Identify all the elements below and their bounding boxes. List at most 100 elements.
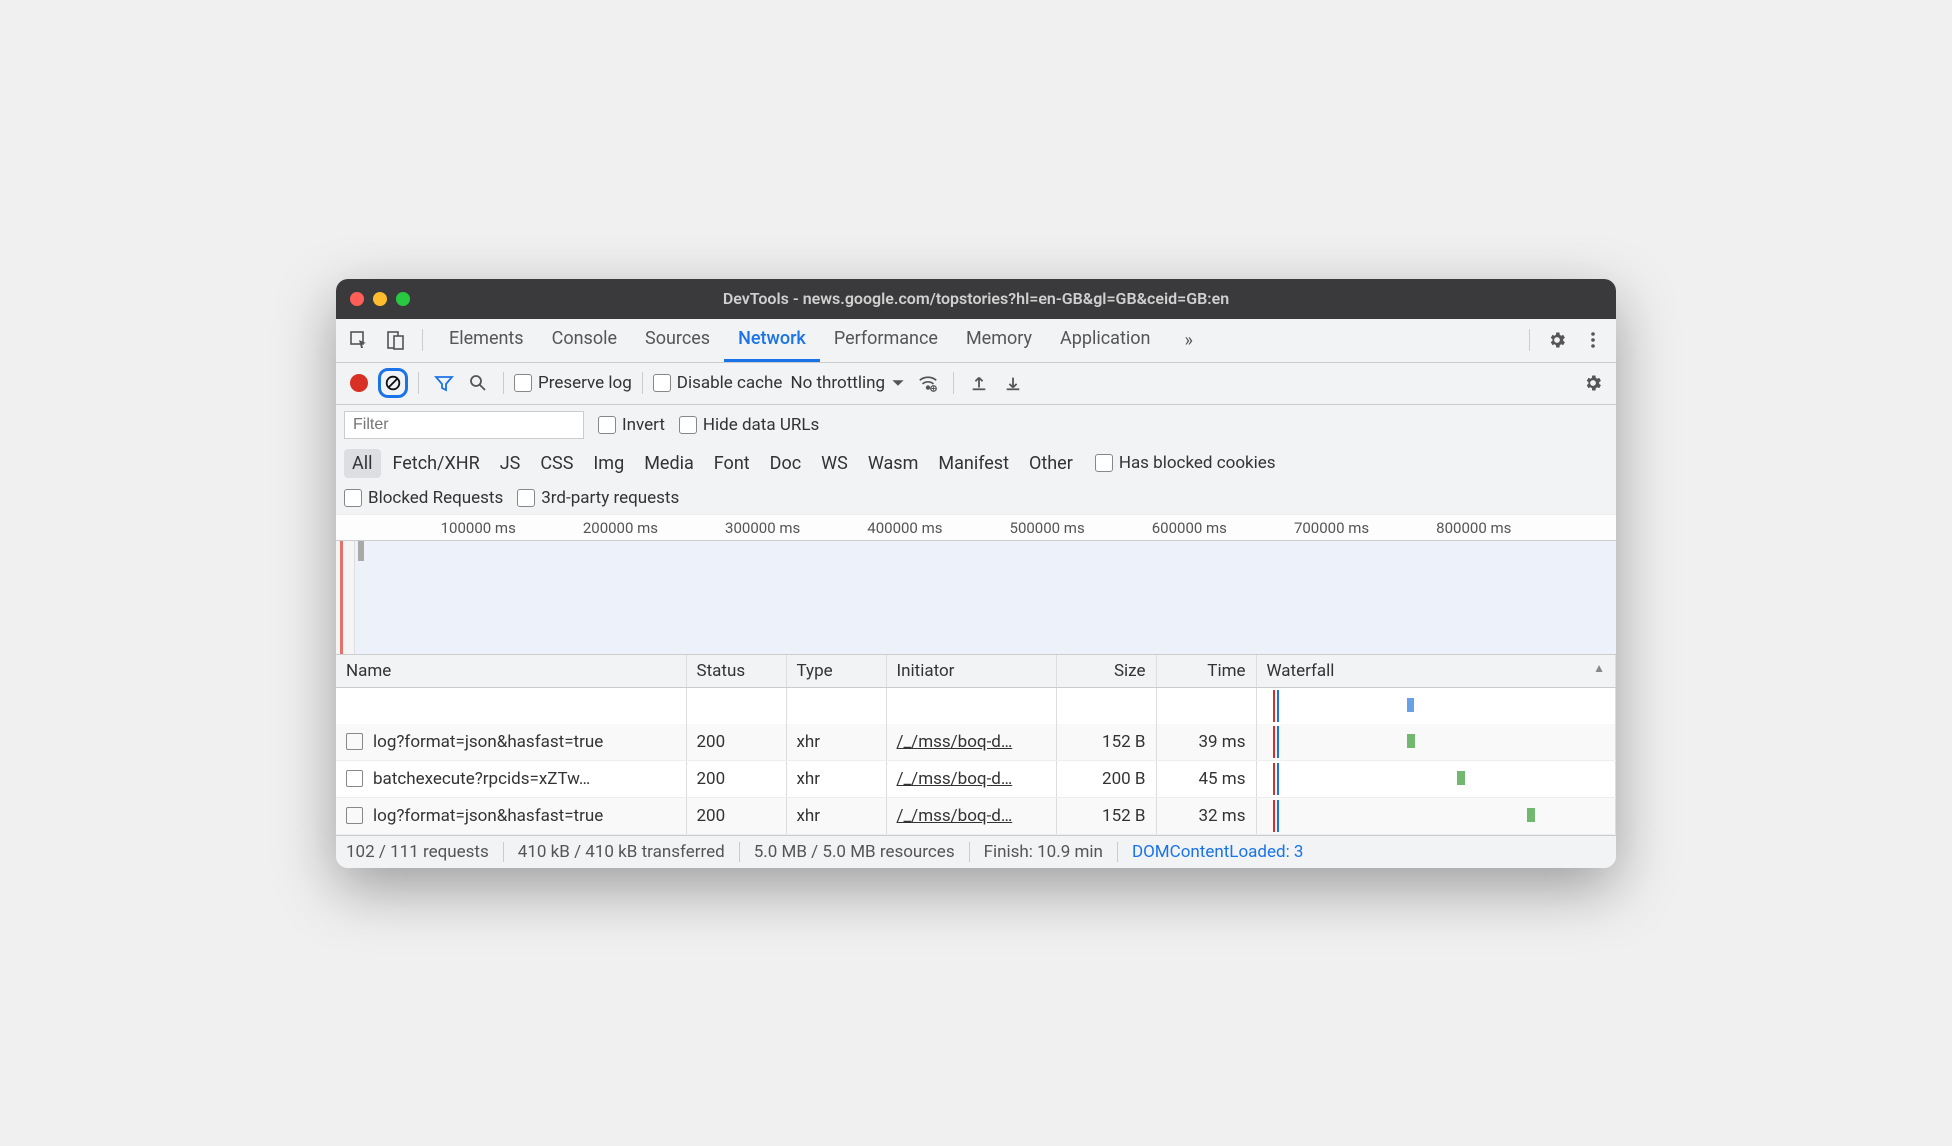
inspect-icon[interactable] — [344, 325, 374, 355]
filter-input[interactable] — [344, 411, 584, 439]
window-controls — [350, 292, 410, 306]
device-toggle-icon[interactable] — [380, 325, 410, 355]
kebab-menu-icon[interactable] — [1578, 325, 1608, 355]
cell-size: 152 B — [1056, 724, 1156, 761]
divider — [422, 329, 423, 351]
filter-type-css[interactable]: CSS — [532, 449, 581, 478]
tab-sources[interactable]: Sources — [631, 318, 724, 362]
table-header-row: Name Status Type Initiator Size Time Wat… — [336, 655, 1616, 688]
preserve-log-checkbox[interactable]: Preserve log — [514, 373, 632, 393]
filter-type-media[interactable]: Media — [636, 449, 702, 478]
timeline-tick: 400000 ms — [867, 519, 942, 537]
filter-bar: Invert Hide data URLs AllFetch/XHRJSCSSI… — [336, 405, 1616, 515]
divider — [642, 372, 643, 394]
timeline-tick: 700000 ms — [1294, 519, 1369, 537]
window-title: DevTools - news.google.com/topstories?hl… — [350, 289, 1602, 308]
divider — [418, 372, 419, 394]
cell-status: 200 — [686, 724, 786, 761]
status-transferred: 410 kB / 410 kB transferred — [518, 842, 725, 862]
cell-size: 152 B — [1056, 797, 1156, 834]
table-row[interactable]: batchexecute?rpcids=xZTw…200xhr/_/mss/bo… — [336, 760, 1616, 797]
panel-tabs: ElementsConsoleSourcesNetworkPerformance… — [336, 319, 1616, 363]
cell-name: log?format=json&hasfast=true — [336, 724, 686, 761]
col-name[interactable]: Name — [336, 655, 686, 688]
filter-type-js[interactable]: JS — [492, 449, 529, 478]
filter-type-manifest[interactable]: Manifest — [930, 449, 1017, 478]
timeline-tick: 200000 ms — [583, 519, 658, 537]
network-conditions-icon[interactable] — [913, 368, 943, 398]
minimize-window-button[interactable] — [373, 292, 387, 306]
download-har-icon[interactable] — [998, 368, 1028, 398]
filter-type-doc[interactable]: Doc — [762, 449, 810, 478]
timeline-tick: 300000 ms — [725, 519, 800, 537]
cell-time: 39 ms — [1156, 724, 1256, 761]
status-resources: 5.0 MB / 5.0 MB resources — [754, 842, 955, 862]
filter-type-all[interactable]: All — [344, 449, 381, 478]
invert-checkbox[interactable]: Invert — [598, 415, 665, 435]
timeline-overview[interactable]: 100000 ms200000 ms300000 ms400000 ms5000… — [336, 515, 1616, 655]
search-icon[interactable] — [463, 368, 493, 398]
divider — [503, 372, 504, 394]
network-toolbar: Preserve log Disable cache No throttling — [336, 363, 1616, 405]
filter-type-fetchxhr[interactable]: Fetch/XHR — [385, 449, 488, 478]
close-window-button[interactable] — [350, 292, 364, 306]
status-requests: 102 / 111 requests — [346, 842, 489, 862]
tabs-overflow-icon[interactable]: » — [1170, 320, 1206, 361]
filter-type-img[interactable]: Img — [585, 449, 632, 478]
preserve-log-label: Preserve log — [538, 373, 632, 393]
table-row-empty — [336, 687, 1616, 724]
filter-type-other[interactable]: Other — [1021, 449, 1081, 478]
titlebar: DevTools - news.google.com/topstories?hl… — [336, 279, 1616, 319]
upload-har-icon[interactable] — [964, 368, 994, 398]
cell-type: xhr — [786, 724, 886, 761]
filter-type-ws[interactable]: WS — [813, 449, 856, 478]
hide-data-urls-checkbox[interactable]: Hide data URLs — [679, 415, 819, 435]
record-button[interactable] — [344, 368, 374, 398]
col-time[interactable]: Time — [1156, 655, 1256, 688]
third-party-checkbox[interactable]: 3rd-party requests — [517, 488, 679, 508]
disable-cache-checkbox[interactable]: Disable cache — [653, 373, 783, 393]
cell-type: xhr — [786, 760, 886, 797]
devtools-window: DevTools - news.google.com/topstories?hl… — [336, 279, 1616, 868]
has-blocked-cookies-checkbox[interactable]: Has blocked cookies — [1095, 453, 1276, 473]
divider — [1529, 329, 1530, 351]
cell-type: xhr — [786, 797, 886, 834]
tab-network[interactable]: Network — [724, 318, 820, 362]
settings-icon[interactable] — [1542, 325, 1572, 355]
status-finish: Finish: 10.9 min — [984, 842, 1103, 862]
col-type[interactable]: Type — [786, 655, 886, 688]
tab-performance[interactable]: Performance — [820, 318, 952, 362]
cell-initiator: /_/mss/boq-d… — [886, 760, 1056, 797]
disable-cache-label: Disable cache — [677, 373, 783, 393]
col-size[interactable]: Size — [1056, 655, 1156, 688]
filter-type-font[interactable]: Font — [706, 449, 758, 478]
throttling-select[interactable]: No throttling — [786, 373, 909, 393]
blocked-requests-checkbox[interactable]: Blocked Requests — [344, 488, 503, 508]
cell-waterfall — [1256, 797, 1616, 834]
maximize-window-button[interactable] — [396, 292, 410, 306]
col-status[interactable]: Status — [686, 655, 786, 688]
col-waterfall[interactable]: Waterfall — [1256, 655, 1616, 688]
cell-time: 45 ms — [1156, 760, 1256, 797]
tab-console[interactable]: Console — [538, 318, 631, 362]
filter-toggle-icon[interactable] — [429, 368, 459, 398]
col-initiator[interactable]: Initiator — [886, 655, 1056, 688]
cell-name: log?format=json&hasfast=true — [336, 797, 686, 834]
network-settings-icon[interactable] — [1578, 368, 1608, 398]
cell-size: 200 B — [1056, 760, 1156, 797]
cell-status: 200 — [686, 760, 786, 797]
cell-name: batchexecute?rpcids=xZTw… — [336, 760, 686, 797]
clear-button[interactable] — [378, 368, 408, 398]
table-row[interactable]: log?format=json&hasfast=true200xhr/_/mss… — [336, 797, 1616, 834]
timeline-tick: 800000 ms — [1436, 519, 1511, 537]
cell-waterfall — [1256, 760, 1616, 797]
filter-type-wasm[interactable]: Wasm — [860, 449, 927, 478]
tab-elements[interactable]: Elements — [435, 318, 538, 362]
tab-application[interactable]: Application — [1046, 318, 1164, 362]
table-row[interactable]: log?format=json&hasfast=true200xhr/_/mss… — [336, 724, 1616, 761]
timeline-tick: 600000 ms — [1152, 519, 1227, 537]
cell-initiator: /_/mss/boq-d… — [886, 797, 1056, 834]
divider — [953, 372, 954, 394]
tab-memory[interactable]: Memory — [952, 318, 1046, 362]
timeline-tick: 100000 ms — [441, 519, 516, 537]
